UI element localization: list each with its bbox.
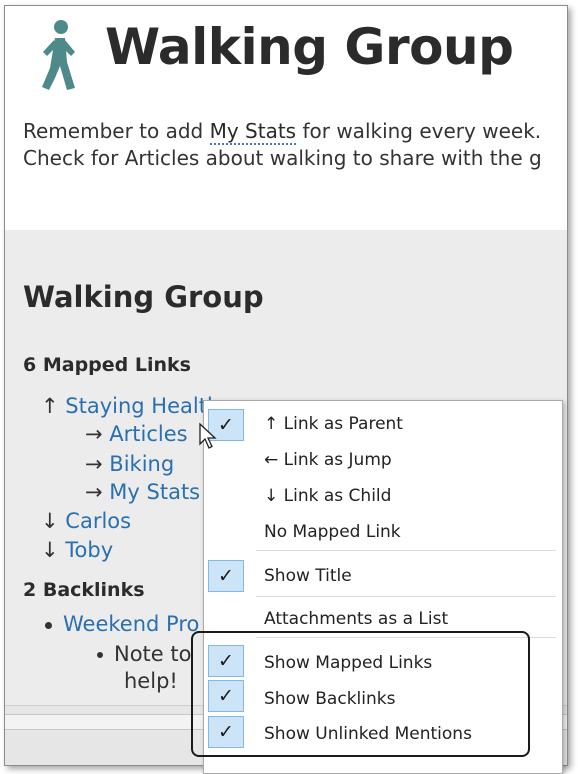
note-line-1: Remember to add My Stats for walking eve… — [23, 118, 542, 145]
link-label[interactable]: Biking — [109, 452, 174, 476]
menu-item-link-as-child[interactable]: ↓ Link as Child — [264, 486, 391, 506]
down-arrow-icon: ↓ — [41, 509, 59, 533]
page-header: Walking Group Remember to add My Stats f… — [5, 6, 567, 230]
mapped-links-heading: 6 Mapped Links — [23, 354, 191, 376]
context-menu: ✓ ↑ Link as Parent ← Link as Jump ↓ Link… — [203, 400, 563, 774]
mapped-link-child[interactable]: ↓ Toby — [41, 538, 113, 562]
unlinked-mention[interactable]: My Stats — [209, 119, 297, 145]
bullet-icon — [45, 621, 52, 629]
mouse-pointer-icon — [199, 422, 217, 449]
page-note: Remember to add My Stats for walking eve… — [23, 118, 542, 172]
menu-item-show-backlinks[interactable]: Show Backlinks — [264, 689, 395, 709]
link-label[interactable]: Carlos — [65, 509, 131, 533]
link-label[interactable]: Toby — [65, 538, 113, 562]
menu-item-link-as-parent[interactable]: ↑ Link as Parent — [264, 414, 403, 434]
page-title: Walking Group — [105, 18, 514, 76]
menu-item-show-unlinked-mentions[interactable]: Show Unlinked Mentions — [264, 724, 472, 744]
bullet-icon — [97, 652, 103, 658]
references-title: Walking Group — [23, 280, 264, 314]
backlink-label[interactable]: Weekend Pro — [63, 612, 199, 636]
note-line-2: Check for Articles about walking to shar… — [23, 146, 542, 170]
mapped-link-jump[interactable]: → Articles — [85, 422, 188, 446]
menu-item-show-mapped-links[interactable]: Show Mapped Links — [264, 653, 432, 673]
mapped-link-jump[interactable]: → Biking — [85, 452, 174, 476]
mapped-link-jump[interactable]: → My Stats — [85, 480, 200, 504]
link-label[interactable]: My Stats — [109, 480, 200, 504]
up-arrow-icon: ↑ — [41, 394, 59, 418]
menu-item-attachments-as-list[interactable]: Attachments as a List — [264, 609, 448, 629]
backlinks-heading: 2 Backlinks — [23, 579, 145, 601]
backlink-note: Note to — [114, 642, 192, 666]
check-icon: ✓ — [208, 716, 244, 748]
walking-person-icon — [42, 20, 75, 90]
link-label[interactable]: Articles — [109, 422, 187, 446]
backlink-note-wrap: help! — [124, 669, 178, 693]
mapped-link-child[interactable]: ↓ Carlos — [41, 509, 131, 533]
backlinks-list: Weekend Pro Note to help! — [45, 612, 199, 693]
menu-separator — [256, 637, 556, 638]
list-item[interactable]: Weekend Pro — [45, 612, 199, 636]
right-arrow-icon: → — [85, 422, 103, 446]
note-text: for walking every week. — [296, 119, 542, 143]
note-text: Remember to add — [23, 119, 210, 143]
right-arrow-icon: → — [85, 452, 103, 476]
down-arrow-icon: ↓ — [41, 538, 59, 562]
menu-item-show-title[interactable]: Show Title — [264, 566, 352, 586]
check-icon: ✓ — [208, 645, 244, 677]
menu-item-link-as-jump[interactable]: ← Link as Jump — [264, 450, 392, 470]
menu-separator — [256, 596, 556, 597]
backlink-context: Note to — [97, 642, 191, 666]
check-icon: ✓ — [208, 680, 244, 712]
menu-separator — [256, 550, 556, 551]
menu-item-no-mapped-link[interactable]: No Mapped Link — [264, 522, 401, 542]
right-arrow-icon: → — [85, 480, 103, 504]
check-icon: ✓ — [208, 560, 244, 592]
